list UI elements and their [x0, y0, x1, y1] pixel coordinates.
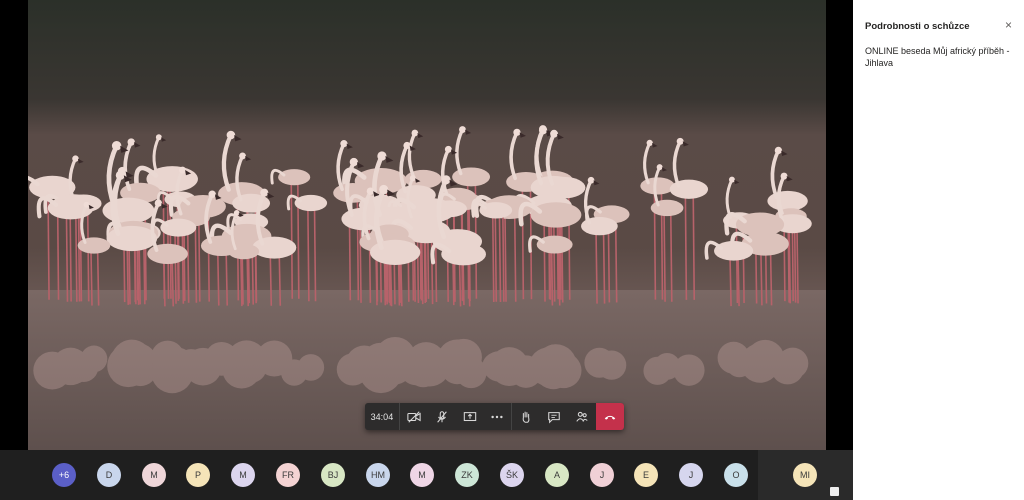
more-participants-avatar[interactable]: +6	[52, 463, 76, 487]
participant-avatar[interactable]: P	[186, 463, 210, 487]
hang-up-button[interactable]	[596, 403, 624, 430]
participant-avatar[interactable]: M	[410, 463, 434, 487]
share-screen-button[interactable]	[456, 403, 484, 430]
meeting-details-panel: Podrobnosti o schůzce × ONLINE beseda Mů…	[853, 0, 1024, 500]
more-options-icon	[491, 415, 504, 418]
participant-avatar[interactable]: M	[142, 463, 166, 487]
participant-avatar[interactable]: J	[679, 463, 703, 487]
chat-icon	[548, 411, 561, 424]
participant-avatar[interactable]: BJ	[321, 463, 345, 487]
participant-avatar[interactable]: O	[724, 463, 748, 487]
more-options-button[interactable]	[484, 403, 512, 430]
chat-button[interactable]	[540, 403, 568, 430]
participant-avatar[interactable]: ŠK	[500, 463, 524, 487]
mic-off-icon	[436, 410, 447, 423]
participant-avatar[interactable]: FR	[276, 463, 300, 487]
self-avatar: MI	[793, 463, 817, 487]
shared-video	[28, 0, 826, 450]
participants-button[interactable]	[568, 403, 596, 430]
participant-avatar[interactable]: J	[590, 463, 614, 487]
participant-avatar[interactable]: HM	[366, 463, 390, 487]
call-toolbar: 34:04	[365, 403, 624, 430]
video-stage: 34:04	[0, 0, 853, 450]
panel-title: Podrobnosti o schůzce	[865, 21, 970, 32]
participant-avatar[interactable]: ZK	[455, 463, 479, 487]
raise-hand-icon	[523, 411, 530, 423]
meeting-name: ONLINE beseda Můj africký příběh - Jihla…	[865, 46, 1010, 68]
call-timer: 34:04	[370, 411, 394, 422]
hang-up-icon	[604, 415, 616, 420]
participant-avatar[interactable]: M	[231, 463, 255, 487]
camera-off-icon	[407, 410, 421, 423]
participants-icon	[576, 411, 588, 422]
raise-hand-button[interactable]	[512, 403, 540, 430]
share-screen-icon	[463, 411, 476, 421]
self-person-icon	[830, 487, 839, 496]
participant-avatar[interactable]: A	[545, 463, 569, 487]
participant-avatar[interactable]: E	[634, 463, 658, 487]
camera-off-button[interactable]	[400, 403, 428, 430]
participant-avatar[interactable]: D	[97, 463, 121, 487]
mute-button[interactable]	[428, 403, 456, 430]
close-icon[interactable]: ×	[1005, 19, 1012, 31]
self-video-tile[interactable]: MI	[758, 450, 853, 500]
